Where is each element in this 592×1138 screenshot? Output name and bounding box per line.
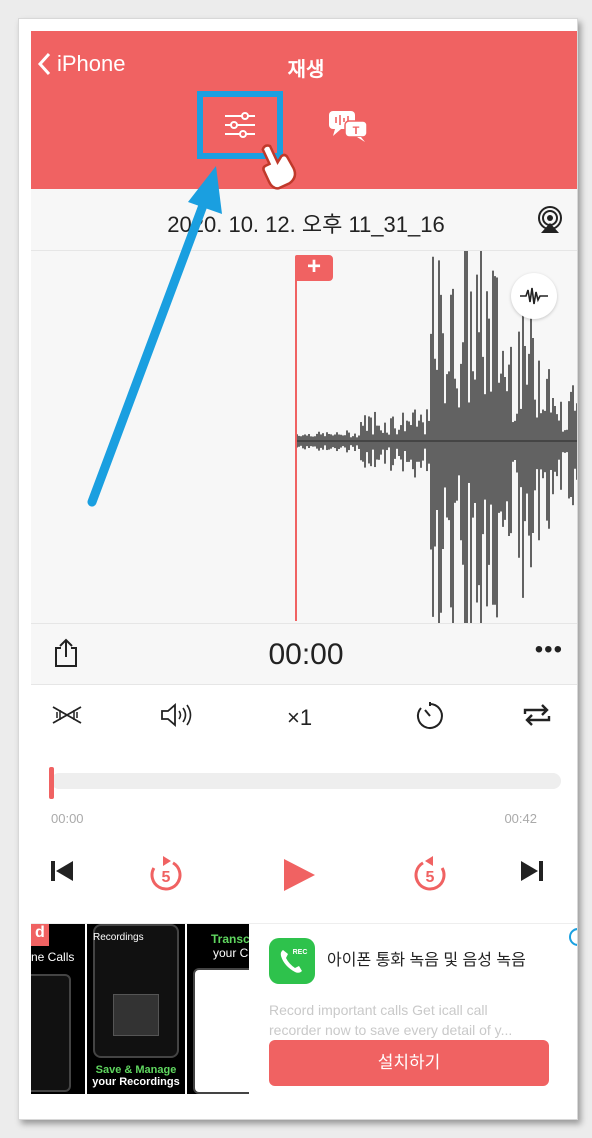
ad-description-line2: recorder now to save every detail of y..… xyxy=(269,1022,513,1038)
airplay-button[interactable] xyxy=(535,205,565,240)
rewind-icon: 5 xyxy=(150,856,182,891)
ad-app-icon: REC xyxy=(269,938,315,984)
progress-knob[interactable] xyxy=(49,767,54,799)
ad-screenshot-3: Transcrib your Cal xyxy=(187,924,249,1094)
sliders-icon xyxy=(225,112,255,138)
rewind-5-button[interactable]: 5 xyxy=(147,855,185,900)
ad-icon-label: REC xyxy=(293,949,308,956)
sleep-timer-button[interactable] xyxy=(415,701,445,731)
volume-icon xyxy=(161,703,192,727)
ad-info-icon[interactable]: i xyxy=(569,928,577,946)
ad-shot3-sub: your Cal xyxy=(213,946,249,960)
ad-banner[interactable]: d ne Calls Recordings Save & Manage your… xyxy=(31,923,577,1111)
elapsed-time: 00:00 xyxy=(51,811,84,826)
svg-text:T: T xyxy=(353,125,360,137)
recording-date: 2020. 10. 12. 오후 11_31_16 xyxy=(167,212,445,237)
ad-title: 아이폰 통화 녹음 및 음성 녹음 xyxy=(327,952,526,969)
skip-to-start-button[interactable] xyxy=(49,859,75,888)
repeat-icon xyxy=(523,704,551,726)
waveform-graphic xyxy=(296,251,577,623)
ad-shot3-title: Transcrib xyxy=(211,932,249,946)
ad-description: Record important calls Get icall call re… xyxy=(269,1000,565,1040)
app-screen: iPhone 재생 T 2020. 10. 12. 오후 11_31_16 + … xyxy=(18,18,578,1120)
waveform-mode-button[interactable] xyxy=(511,273,557,319)
transcribe-button[interactable]: T xyxy=(327,109,371,148)
total-time: 00:42 xyxy=(504,811,537,826)
install-button[interactable]: 설치하기 xyxy=(269,1040,549,1086)
ad-shot2-caption1: Save & Manage xyxy=(95,1064,177,1076)
playback-speed-button[interactable]: ×1 xyxy=(287,705,312,731)
forward-5-button[interactable]: 5 xyxy=(411,855,449,900)
skip-end-icon xyxy=(521,861,543,881)
play-button[interactable] xyxy=(281,857,317,898)
playback-controls: ×1 xyxy=(31,685,577,749)
ad-shot1-sub: ne Calls xyxy=(31,950,75,964)
ad-shot1-title: d xyxy=(31,924,49,946)
ad-screenshot-1: d ne Calls xyxy=(31,924,85,1094)
airplay-icon xyxy=(538,206,562,233)
skip-start-icon xyxy=(51,861,73,881)
ad-screenshot-2: Recordings Save & Manage your Recordings xyxy=(87,924,185,1094)
playback-progress-bar[interactable] xyxy=(49,767,561,799)
recording-date-bar: 2020. 10. 12. 오후 11_31_16 xyxy=(31,189,577,251)
skip-to-end-button[interactable] xyxy=(519,859,545,888)
page-title: 재생 xyxy=(287,59,325,81)
ad-shot2-caption2: your Recordings xyxy=(92,1076,180,1088)
noise-reduction-button[interactable] xyxy=(51,701,83,729)
volume-button[interactable] xyxy=(159,701,193,729)
noise-reduction-icon xyxy=(52,706,82,724)
ad-description-line1: Record important calls Get icall call xyxy=(269,1002,488,1018)
more-button[interactable]: ••• xyxy=(535,636,563,664)
time-bar: 00:00 ••• xyxy=(31,623,577,685)
forward-icon: 5 xyxy=(414,856,446,891)
timer-icon xyxy=(416,702,443,729)
forward-seconds: 5 xyxy=(426,869,435,886)
phone-icon: REC xyxy=(280,949,308,973)
top-header: iPhone 재생 T xyxy=(31,31,577,189)
add-marker-button[interactable]: + xyxy=(295,255,333,281)
waveform-area[interactable]: + xyxy=(31,251,577,623)
rewind-seconds: 5 xyxy=(162,869,171,886)
current-time: 00:00 xyxy=(268,638,344,671)
audio-settings-button[interactable] xyxy=(197,91,283,159)
play-icon xyxy=(284,859,315,891)
transcribe-icon: T xyxy=(329,111,368,142)
repeat-button[interactable] xyxy=(521,701,553,729)
playhead xyxy=(295,259,297,621)
ad-shot2-header: Recordings xyxy=(93,932,144,943)
waveform-icon xyxy=(520,287,548,305)
